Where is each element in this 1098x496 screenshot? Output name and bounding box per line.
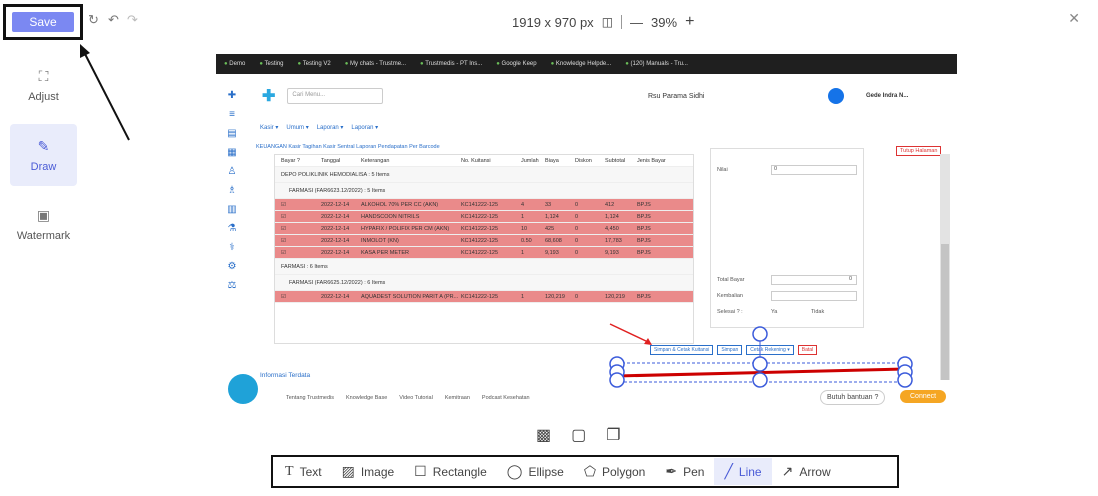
sidebar-item-adjust[interactable]: ⛶ Adjust bbox=[10, 54, 77, 116]
tool-label: Text bbox=[299, 464, 322, 479]
zoom-out-icon[interactable]: — bbox=[630, 15, 643, 30]
sidebar-item-draw[interactable]: ✎ Draw bbox=[10, 124, 77, 186]
arrow-icon: ↗ bbox=[781, 463, 794, 479]
tool-label: Ellipse bbox=[528, 464, 564, 479]
polygon-icon: ⬠ bbox=[583, 463, 596, 479]
tool-label: Image bbox=[360, 464, 395, 479]
image-icon: ▨ bbox=[341, 463, 355, 479]
checker-icon[interactable]: ▩ bbox=[536, 425, 551, 445]
zoom-level: 39% bbox=[651, 14, 678, 30]
rectangle-icon: ☐ bbox=[414, 463, 427, 479]
draw-tools-toolbar: T Text ▨ Image ☐ Rectangle ◯ Ellipse ⬠ P… bbox=[271, 455, 899, 488]
resize-handle bbox=[897, 372, 913, 388]
crop-icon: ⛶ bbox=[38, 67, 49, 84]
text-icon: T bbox=[285, 463, 294, 479]
tool-label: Rectangle bbox=[432, 464, 487, 479]
tool-image[interactable]: ▨ Image bbox=[332, 458, 405, 485]
tool-ellipse[interactable]: ◯ Ellipse bbox=[497, 458, 574, 485]
canvas-options: ▩ ▢ ❐ bbox=[536, 425, 621, 445]
tool-label: Line bbox=[738, 464, 762, 479]
sidebar-item-watermark[interactable]: ▣ Watermark bbox=[10, 193, 77, 255]
rotate-handle bbox=[752, 326, 768, 342]
tool-polygon[interactable]: ⬠ Polygon bbox=[574, 458, 656, 485]
sidebar-item-label: Draw bbox=[30, 160, 57, 173]
tool-text[interactable]: T Text bbox=[275, 458, 332, 485]
compare-icon[interactable]: ◫ bbox=[602, 15, 613, 29]
top-toolbar: Save ↻ ↶ ↷ 1919 x 970 px ◫ — 39% + ✕ bbox=[0, 0, 1098, 42]
red-arrow-shape bbox=[609, 323, 649, 343]
close-icon[interactable]: ✕ bbox=[1068, 10, 1080, 27]
tool-rectangle[interactable]: ☐ Rectangle bbox=[404, 458, 497, 485]
sidebar-item-label: Adjust bbox=[28, 90, 59, 103]
image-icon: ▣ bbox=[36, 206, 51, 223]
dimensions-label: 1919 x 970 px bbox=[512, 14, 594, 30]
tool-label: Arrow bbox=[799, 464, 831, 479]
divider bbox=[621, 15, 623, 29]
resize-handle bbox=[752, 372, 768, 388]
resize-handle bbox=[609, 372, 625, 388]
frame-icon[interactable]: ▢ bbox=[571, 425, 586, 445]
image-info: 1919 x 970 px ◫ — 39% + bbox=[512, 13, 694, 31]
image-canvas[interactable]: Demo Testing Testing V2 My chats - Trust… bbox=[216, 54, 957, 406]
tool-pen[interactable]: ✒ Pen bbox=[655, 458, 714, 485]
zoom-in-icon[interactable]: + bbox=[685, 13, 694, 31]
pencil-square-icon: ✎ bbox=[37, 137, 50, 154]
tool-label: Pen bbox=[683, 464, 705, 479]
drawing-overlay bbox=[609, 323, 913, 388]
layers-icon[interactable]: ❐ bbox=[606, 425, 620, 445]
pen-icon: ✒ bbox=[665, 463, 678, 479]
line-icon: ╱ bbox=[724, 463, 733, 479]
sidebar-item-label: Watermark bbox=[16, 229, 71, 242]
resize-handle bbox=[752, 356, 768, 372]
tool-arrow[interactable]: ↗ Arrow bbox=[772, 458, 841, 485]
ellipse-icon: ◯ bbox=[506, 463, 523, 479]
tool-line[interactable]: ╱ Line bbox=[714, 458, 772, 485]
tool-label: Polygon bbox=[601, 464, 646, 479]
